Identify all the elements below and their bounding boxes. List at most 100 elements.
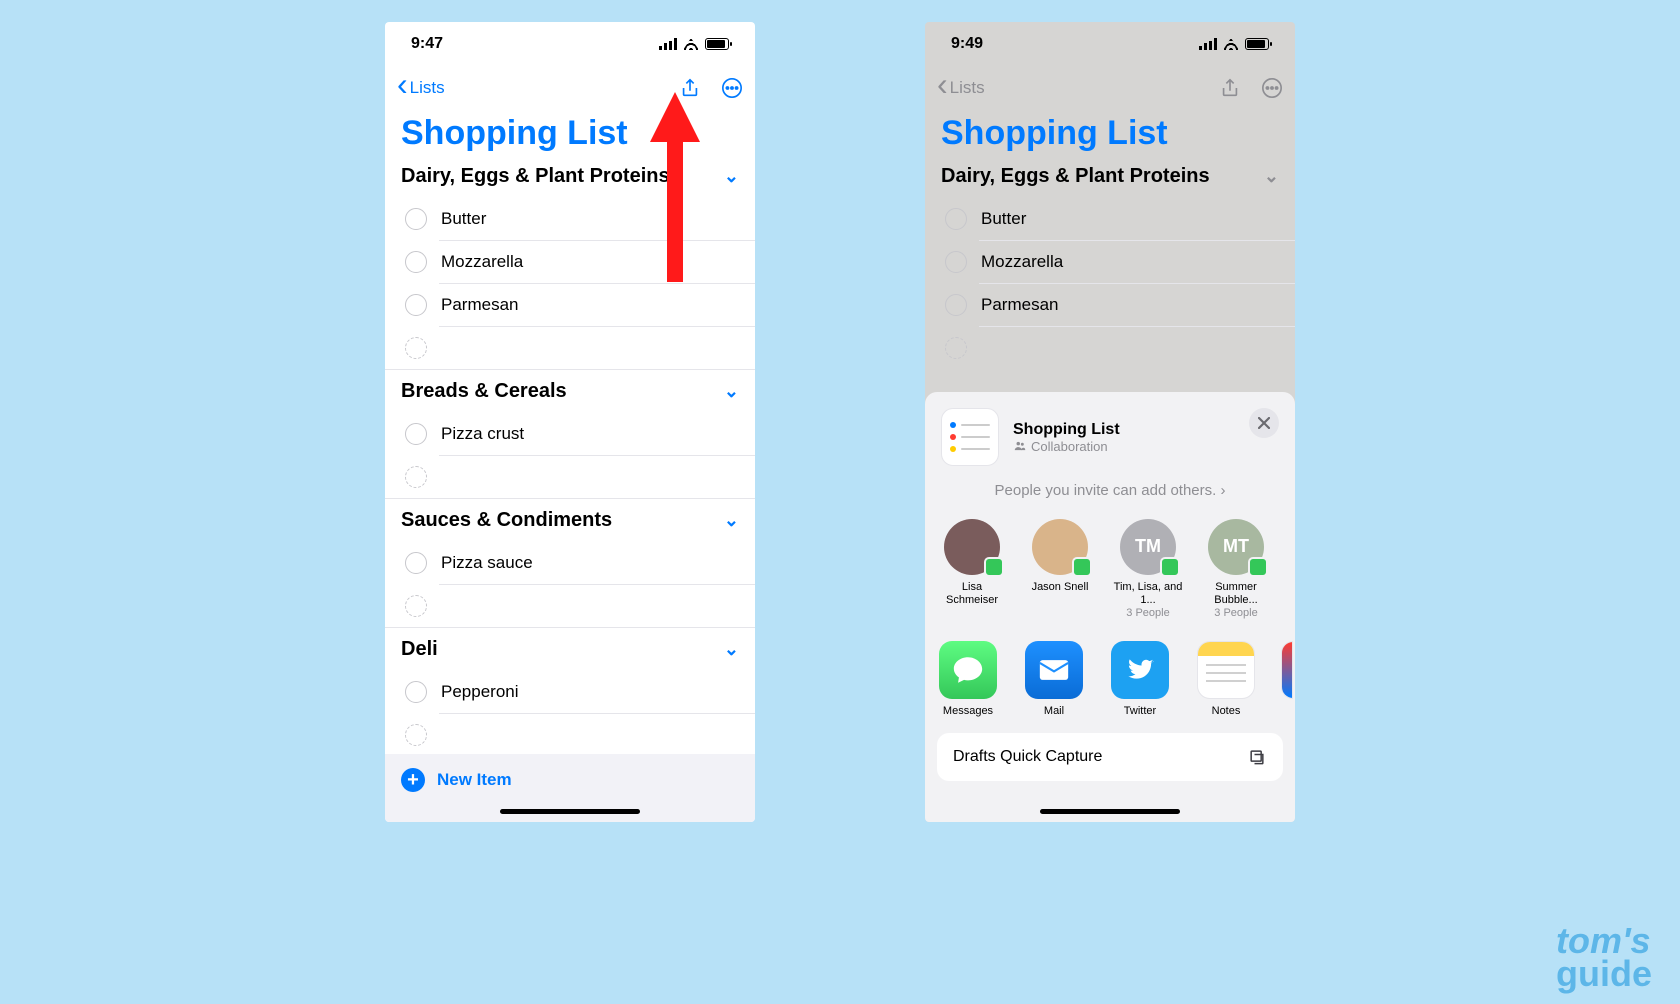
share-contact[interactable]: MT Summer Bubble...3 People — [1201, 519, 1271, 621]
app-label: Mail — [1023, 705, 1085, 717]
checkbox-circle[interactable] — [405, 552, 427, 574]
share-app-mail[interactable]: Mail — [1023, 641, 1085, 717]
messages-badge-icon — [1072, 557, 1092, 577]
new-item-placeholder[interactable] — [385, 327, 755, 369]
share-app-twitter[interactable]: Twitter — [1109, 641, 1171, 717]
contact-sub: 3 People — [1201, 607, 1271, 620]
reminder-item[interactable]: Parmesan — [385, 284, 755, 326]
new-item-placeholder[interactable] — [385, 714, 755, 756]
checkbox-circle[interactable] — [945, 294, 967, 316]
new-item-placeholder[interactable] — [385, 456, 755, 498]
contact-sub: 2 — [1289, 594, 1295, 607]
placeholder-circle — [945, 337, 967, 359]
avatar — [1032, 519, 1088, 575]
close-button[interactable] — [1249, 408, 1279, 438]
share-contact[interactable]: Lisa Schmeiser — [937, 519, 1007, 621]
reminder-item[interactable]: Pepperoni — [385, 671, 755, 713]
messages-badge-icon — [1160, 557, 1180, 577]
item-label: Pizza crust — [441, 424, 739, 444]
status-time: 9:49 — [951, 35, 983, 53]
back-button[interactable]: Lists — [937, 76, 985, 100]
item-label: Parmesan — [981, 295, 1279, 315]
contact-name: Summer Bubble... — [1201, 581, 1271, 607]
messages-icon — [939, 641, 997, 699]
app-label: Messages — [937, 705, 999, 717]
new-item-placeholder[interactable] — [385, 585, 755, 627]
checkbox-circle[interactable] — [405, 423, 427, 445]
section-header[interactable]: Dairy, Eggs & Plant Proteins ⌄ — [925, 161, 1295, 198]
back-button[interactable]: Lists — [397, 76, 445, 100]
action-drafts-quick-capture[interactable]: Drafts Quick Capture — [937, 733, 1283, 781]
share-button[interactable] — [679, 77, 701, 99]
chevron-down-icon: ⌄ — [724, 166, 739, 187]
checkbox-circle[interactable] — [405, 208, 427, 230]
list-thumbnail-icon — [941, 408, 999, 466]
share-contact[interactable]: TMTim, Lisa, and 1...3 People — [1113, 519, 1183, 621]
share-app-notes[interactable]: Notes — [1195, 641, 1257, 717]
share-sheet-header: Shopping List Collaboration — [925, 392, 1295, 476]
checkbox-circle[interactable] — [945, 208, 967, 230]
status-bar: 9:49 — [925, 22, 1295, 66]
avatar — [944, 519, 1000, 575]
reminder-item[interactable]: Mozzarella — [925, 241, 1295, 283]
share-contact[interactable]: Jason Snell — [1025, 519, 1095, 621]
status-icons — [659, 38, 729, 50]
wifi-icon — [683, 38, 699, 50]
contact-name: Jason Snell — [1025, 581, 1095, 594]
new-item-button[interactable]: + New Item — [401, 768, 512, 792]
new-item-label: New Item — [437, 770, 512, 790]
reminder-item[interactable]: Pizza sauce — [385, 542, 755, 584]
checkbox-circle[interactable] — [945, 251, 967, 273]
app-icon — [1281, 641, 1293, 699]
page-title: Shopping List — [385, 110, 755, 161]
share-contact[interactable]: SThe F2 — [1289, 519, 1295, 621]
share-app-more[interactable] — [1281, 641, 1293, 717]
reminder-item[interactable]: Pizza crust — [385, 413, 755, 455]
reminder-item[interactable]: Butter — [385, 198, 755, 240]
nav-bar: Lists — [385, 66, 755, 110]
home-indicator — [1040, 809, 1180, 814]
checkbox-circle[interactable] — [405, 681, 427, 703]
new-item-placeholder[interactable] — [925, 327, 1295, 369]
app-label: Notes — [1195, 705, 1257, 717]
contact-sub: 3 People — [1113, 607, 1183, 620]
battery-icon — [705, 38, 729, 50]
reminder-item[interactable]: Parmesan — [925, 284, 1295, 326]
chevron-left-icon — [397, 76, 408, 100]
avatar: TM — [1120, 519, 1176, 575]
more-button[interactable] — [1261, 77, 1283, 99]
status-icons — [1199, 38, 1269, 50]
item-label: Mozzarella — [981, 252, 1279, 272]
checkbox-circle[interactable] — [405, 251, 427, 273]
section-header[interactable]: Deli ⌄ — [385, 627, 755, 671]
checkbox-circle[interactable] — [405, 294, 427, 316]
reminder-item[interactable]: Butter — [925, 198, 1295, 240]
home-indicator — [500, 809, 640, 814]
section-name: Breads & Cereals — [401, 380, 567, 403]
share-sheet-subtitle[interactable]: Collaboration — [1013, 439, 1120, 454]
share-button[interactable] — [1219, 77, 1241, 99]
section-header[interactable]: Breads & Cereals ⌄ — [385, 369, 755, 413]
permission-button[interactable]: People you invite can add others. — [925, 476, 1295, 513]
open-in-app-icon — [1247, 747, 1267, 767]
chevron-down-icon: ⌄ — [724, 510, 739, 531]
reminder-item[interactable]: Mozzarella — [385, 241, 755, 283]
item-label: Mozzarella — [441, 252, 739, 272]
people-icon — [1013, 439, 1027, 453]
share-app-messages[interactable]: Messages — [937, 641, 999, 717]
section-name: Deli — [401, 638, 438, 661]
action-label: Drafts Quick Capture — [953, 748, 1102, 766]
messages-badge-icon — [984, 557, 1004, 577]
section-header[interactable]: Sauces & Condiments ⌄ — [385, 498, 755, 542]
share-sheet: Shopping List Collaboration People you i… — [925, 392, 1295, 822]
section-name: Dairy, Eggs & Plant Proteins — [941, 165, 1210, 188]
section-name: Dairy, Eggs & Plant Proteins — [401, 165, 670, 188]
section-name: Sauces & Condiments — [401, 509, 612, 532]
more-button[interactable] — [721, 77, 743, 99]
share-sheet-title: Shopping List — [1013, 421, 1120, 439]
chevron-down-icon: ⌄ — [724, 381, 739, 402]
section-header[interactable]: Dairy, Eggs & Plant Proteins ⌄ — [385, 161, 755, 198]
close-icon — [1258, 417, 1270, 429]
contacts-row: Lisa Schmeiser Jason Snell TMTim, Lisa, an… — [925, 513, 1295, 631]
avatar: MT — [1208, 519, 1264, 575]
